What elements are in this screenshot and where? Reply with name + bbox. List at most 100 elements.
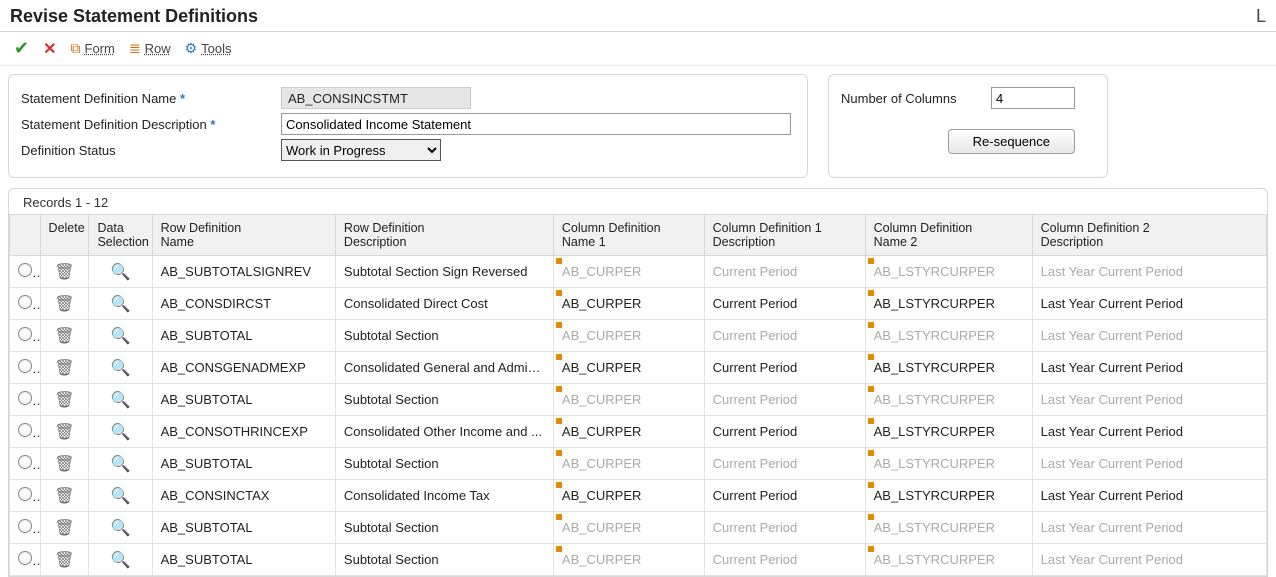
search-icon[interactable]: 🔍: [111, 552, 131, 569]
c2d: Last Year Current Period: [1041, 264, 1183, 279]
name: AB_CONSDIRCST: [161, 296, 272, 311]
c1d: Current Period: [713, 552, 798, 567]
c2d: Last Year Current Period: [1041, 328, 1183, 343]
c2n: AB_LSTYRCURPER: [874, 296, 995, 311]
c2d: Last Year Current Period: [1041, 488, 1183, 503]
col-header-row-desc[interactable]: Row Definition Description: [335, 215, 553, 256]
definitions-grid: Delete Data Selection Row Definition Nam…: [9, 214, 1267, 576]
name: AB_SUBTOTAL: [161, 552, 253, 567]
resequence-button[interactable]: Re-sequence: [948, 129, 1075, 154]
c2n: AB_LSTYRCURPER: [874, 360, 995, 375]
row-select-radio[interactable]: [18, 519, 32, 533]
row-select-radio[interactable]: [18, 263, 32, 277]
search-icon[interactable]: 🔍: [111, 424, 131, 441]
c1n: AB_CURPER: [562, 520, 641, 535]
header-right-indicator: L: [1256, 6, 1266, 27]
search-icon[interactable]: 🔍: [111, 328, 131, 345]
c2d: Last Year Current Period: [1041, 424, 1183, 439]
trash-icon[interactable]: 🗑: [54, 392, 74, 409]
search-icon[interactable]: 🔍: [111, 264, 131, 281]
name: AB_SUBTOTALSIGNREV: [161, 264, 312, 279]
trash-icon[interactable]: 🗑: [54, 552, 74, 569]
trash-icon[interactable]: 🗑: [54, 424, 74, 441]
col-header-c1-desc[interactable]: Column Definition 1 Description: [704, 215, 865, 256]
gear-icon: ⚙: [185, 40, 198, 57]
name: AB_CONSOTHRINCEXP: [161, 424, 308, 439]
trash-icon[interactable]: 🗑: [54, 520, 74, 537]
c1n: AB_CURPER: [562, 456, 641, 471]
row-select-radio[interactable]: [18, 487, 32, 501]
search-icon[interactable]: 🔍: [111, 392, 131, 409]
trash-icon[interactable]: 🗑: [54, 296, 74, 313]
desc: Subtotal Section Sign Reversed: [344, 264, 528, 279]
c1n: AB_CURPER: [562, 552, 641, 567]
row-select-radio[interactable]: [18, 455, 32, 469]
desc: Consolidated Other Income and ...: [344, 424, 542, 439]
ok-icon[interactable]: ✔: [14, 38, 29, 59]
table-row[interactable]: 🗑🔍AB_CONSINCTAXConsolidated Income TaxAB…: [10, 480, 1267, 512]
c1d: Current Period: [713, 424, 798, 439]
table-row[interactable]: 🗑 🔍 AB_SUBTOTALSIGNREV Subtotal Section Sig…: [10, 256, 1267, 288]
c1d: Current Period: [713, 264, 798, 279]
c1n: AB_CURPER: [562, 296, 641, 311]
desc-field[interactable]: [281, 113, 791, 135]
c1n: AB_CURPER: [562, 360, 641, 375]
desc: Consolidated General and Admin ...: [344, 360, 549, 375]
row-select-radio[interactable]: [18, 551, 32, 565]
table-row[interactable]: 🗑 🔍 AB_CONSOTHRINCEXP Consolidated Other In…: [10, 416, 1267, 448]
search-icon[interactable]: 🔍: [111, 360, 131, 377]
table-row[interactable]: 🗑🔍AB_SUBTOTALSubtotal SectionAB_CURPERCu…: [10, 448, 1267, 480]
col-header-c1-name[interactable]: Column Definition Name 1: [553, 215, 704, 256]
cols-label: Number of Columns: [841, 91, 991, 106]
form-menu[interactable]: ⧉ Form: [71, 40, 115, 57]
trash-icon[interactable]: 🗑: [54, 264, 74, 281]
row-menu[interactable]: ≣ Row: [129, 40, 171, 57]
col-header-c2-desc[interactable]: Column Definition 2 Description: [1032, 215, 1266, 256]
table-row[interactable]: 🗑🔍AB_CONSGENADMEXPConsolidated General a…: [10, 352, 1267, 384]
trash-icon[interactable]: 🗑: [54, 456, 74, 473]
cancel-icon[interactable]: ✕: [43, 39, 56, 59]
col-header-data-selection[interactable]: Data Selection: [89, 215, 152, 256]
c2d: Last Year Current Period: [1041, 552, 1183, 567]
status-select[interactable]: Work in Progress: [281, 139, 441, 161]
desc: Subtotal Section: [344, 392, 439, 407]
search-icon[interactable]: 🔍: [111, 488, 131, 505]
row-select-radio[interactable]: [18, 295, 32, 309]
c2n: AB_LSTYRCURPER: [874, 392, 995, 407]
table-row[interactable]: 🗑🔍AB_SUBTOTALSubtotal SectionAB_CURPERCu…: [10, 384, 1267, 416]
tools-menu[interactable]: ⚙ Tools: [185, 40, 232, 57]
table-row[interactable]: 🗑🔍AB_CONSDIRCSTConsolidated Direct CostA…: [10, 288, 1267, 320]
row-select-radio[interactable]: [18, 391, 32, 405]
row-select-radio[interactable]: [18, 423, 32, 437]
definition-panel: Statement Definition Name AB_CONSINCSTMT…: [8, 74, 808, 178]
col-header-select[interactable]: [10, 215, 41, 256]
table-row[interactable]: 🗑🔍AB_SUBTOTALSubtotal SectionAB_CURPERCu…: [10, 544, 1267, 576]
c1d: Current Period: [713, 520, 798, 535]
table-row[interactable]: 🗑🔍AB_SUBTOTALSubtotal SectionAB_CURPERCu…: [10, 512, 1267, 544]
desc: Consolidated Income Tax: [344, 488, 490, 503]
c1n: AB_CURPER: [562, 424, 641, 439]
col-header-delete[interactable]: Delete: [40, 215, 89, 256]
name: AB_SUBTOTAL: [161, 392, 253, 407]
search-icon[interactable]: 🔍: [111, 296, 131, 313]
c1n: AB_CURPER: [562, 328, 641, 343]
trash-icon[interactable]: 🗑: [54, 360, 74, 377]
row-icon: ≣: [129, 40, 141, 57]
cols-field[interactable]: [991, 87, 1075, 109]
search-icon[interactable]: 🔍: [111, 456, 131, 473]
row-select-radio[interactable]: [18, 327, 32, 341]
col-header-row-name[interactable]: Row Definition Name: [152, 215, 335, 256]
col-header-c2-name[interactable]: Column Definition Name 2: [865, 215, 1032, 256]
row-select-radio[interactable]: [18, 359, 32, 373]
c2d: Last Year Current Period: [1041, 520, 1183, 535]
c2d: Last Year Current Period: [1041, 392, 1183, 407]
c1d: Current Period: [713, 328, 798, 343]
c2n: AB_LSTYRCURPER: [874, 488, 995, 503]
table-row[interactable]: 🗑🔍AB_SUBTOTALSubtotal SectionAB_CURPERCu…: [10, 320, 1267, 352]
search-icon[interactable]: 🔍: [111, 520, 131, 537]
trash-icon[interactable]: 🗑: [54, 328, 74, 345]
trash-icon[interactable]: 🗑: [54, 488, 74, 505]
page-title: Revise Statement Definitions: [10, 6, 258, 27]
c2d: Last Year Current Period: [1041, 456, 1183, 471]
tools-menu-label: Tools: [201, 41, 231, 56]
